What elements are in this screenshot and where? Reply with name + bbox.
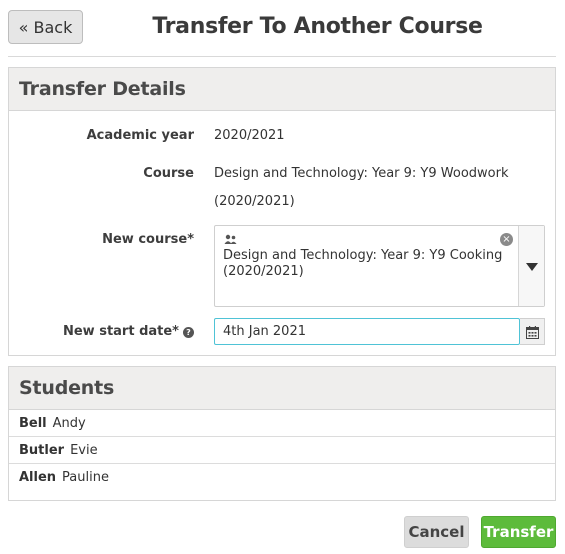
- caret-down-icon: [526, 263, 538, 271]
- clear-icon[interactable]: ×: [500, 233, 513, 246]
- cancel-button[interactable]: Cancel: [404, 516, 469, 548]
- new-course-selected-value: Design and Technology: Year 9: Y9 Cookin…: [223, 248, 503, 279]
- calendar-button[interactable]: [520, 318, 545, 345]
- student-surname: Bell: [19, 415, 47, 431]
- new-course-label: New course*: [102, 232, 194, 247]
- new-start-date-label-text: New start date*: [62, 324, 179, 339]
- transfer-button[interactable]: Transfer: [481, 516, 556, 548]
- student-surname: Allen: [19, 470, 57, 485]
- student-surname: Butler: [19, 442, 65, 458]
- calendar-icon: [526, 326, 539, 339]
- back-button[interactable]: « Back: [8, 10, 83, 44]
- academic-year-label: Academic year: [86, 128, 194, 143]
- new-start-date-label: New start date*?: [63, 324, 194, 339]
- academic-year-value: 2020/2021: [214, 128, 285, 143]
- course-label: Course: [143, 166, 194, 181]
- transfer-details-panel: Transfer Details Academic year 2020/2021…: [8, 67, 556, 356]
- new-course-dropdown-toggle[interactable]: [518, 226, 544, 306]
- student-row: Allen Pauline: [9, 464, 555, 491]
- people-icon: [224, 234, 237, 244]
- student-row: Butler Evie: [9, 437, 555, 464]
- course-value-line2: (2020/2021): [214, 194, 295, 209]
- new-start-date-input[interactable]: 4th Jan 2021: [214, 318, 520, 345]
- student-forename: Andy: [52, 415, 86, 431]
- page-title: Transfer To Another Course: [152, 14, 483, 39]
- transfer-details-heading: Transfer Details: [9, 68, 555, 111]
- header-divider: [8, 56, 556, 57]
- student-forename: Evie: [70, 442, 98, 458]
- help-icon[interactable]: ?: [183, 327, 194, 338]
- new-course-select[interactable]: × Design and Technology: Year 9: Y9 Cook…: [214, 225, 545, 307]
- course-value-line1: Design and Technology: Year 9: Y9 Woodwo…: [214, 166, 509, 181]
- students-heading: Students: [9, 367, 555, 410]
- student-row: Bell Andy: [9, 410, 555, 437]
- students-panel: Students Bell Andy Butler Evie Allen Pau…: [8, 366, 556, 501]
- student-forename: Pauline: [62, 470, 109, 485]
